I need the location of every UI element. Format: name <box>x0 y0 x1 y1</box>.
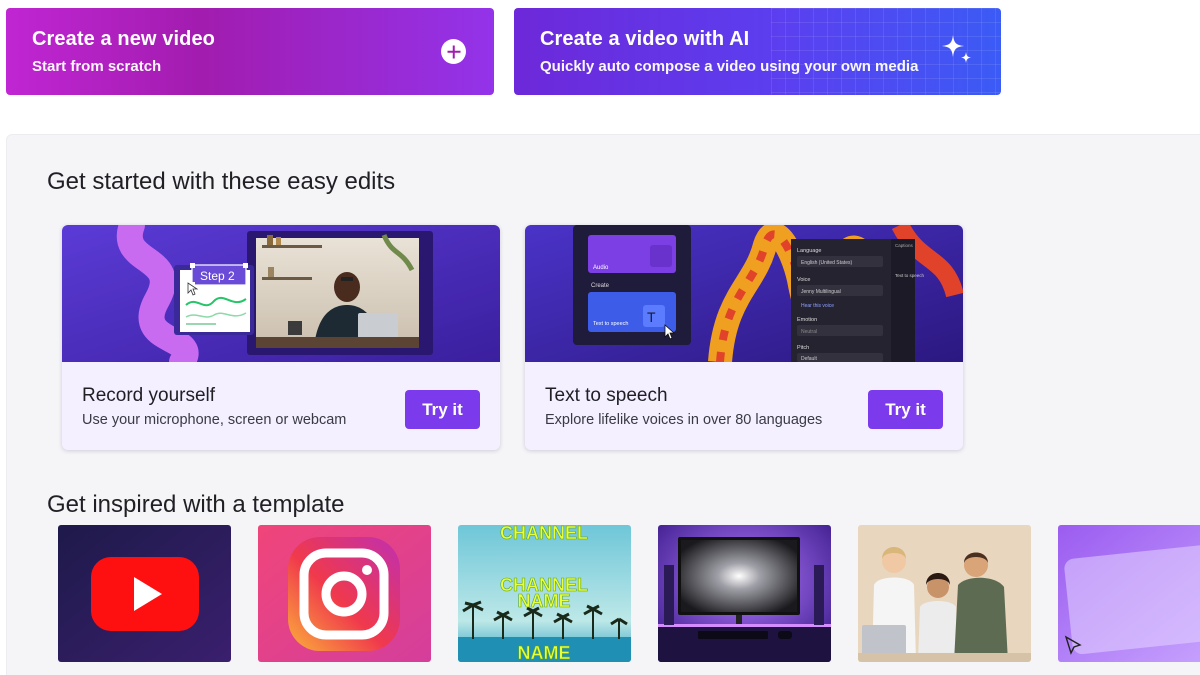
step-label: Step 2 <box>200 269 235 283</box>
create-new-video-button[interactable]: Create a new video Start from scratch <box>6 8 494 95</box>
tts-emotion-value: Neutral <box>801 329 817 335</box>
template-youtube[interactable] <box>58 525 231 662</box>
clipchamp-home: Create a new video Start from scratch Cr… <box>0 0 1200 675</box>
text-to-speech-try-button[interactable]: Try it <box>868 390 943 429</box>
record-yourself-desc: Use your microphone, screen or webcam <box>82 412 347 428</box>
record-yourself-thumbnail: Step 2 <box>62 225 500 362</box>
template-purple-gradient[interactable] <box>1058 525 1200 662</box>
record-yourself-card[interactable]: Step 2 Record yourself Use your micropho… <box>62 225 500 450</box>
tts-create-label: Create <box>591 283 610 289</box>
create-ai-video-button[interactable]: Create a video with AI Quickly auto comp… <box>514 8 1001 95</box>
gradient-template-thumb <box>1058 525 1200 662</box>
channel-template-thumb: CHANNEL CHANNEL NAME NAME <box>458 525 631 662</box>
template-channel-name[interactable]: CHANNEL CHANNEL NAME NAME <box>458 525 631 662</box>
templates-heading: Get inspired with a template <box>47 491 345 518</box>
tts-emotion-label: Emotion <box>797 317 817 323</box>
tts-voice-label: Voice <box>797 277 810 283</box>
name-text-main: NAME <box>518 591 571 611</box>
tts-language-label: Language <box>797 248 821 254</box>
text-to-speech-desc: Explore lifelike voices in over 80 langu… <box>545 412 823 428</box>
create-ai-video-subtitle: Quickly auto compose a video using your … <box>540 58 919 75</box>
text-to-speech-thumbnail: Audio Create Text to speech T Captions T… <box>525 225 963 362</box>
template-team-meeting[interactable] <box>858 525 1031 662</box>
instagram-logo-icon <box>258 525 431 662</box>
gaming-setup-thumb <box>658 525 831 662</box>
create-new-video-subtitle: Start from scratch <box>32 58 162 75</box>
tts-audio-label: Audio <box>593 265 609 271</box>
tts-pitch-label: Pitch <box>797 345 809 351</box>
tts-side-label: Text to speech <box>895 273 925 278</box>
tts-create-label-2: Text to speech <box>593 321 628 327</box>
create-new-video-title: Create a new video <box>32 28 215 50</box>
record-yourself-try-button[interactable]: Try it <box>405 390 480 429</box>
team-photo-thumb <box>858 525 1031 662</box>
channel-text-top: CHANNEL <box>500 525 588 543</box>
content-panel: Get started with these easy edits Step 2… <box>6 134 1200 675</box>
youtube-logo-icon <box>58 525 231 662</box>
name-text-bottom: NAME <box>518 643 571 662</box>
create-ai-video-title: Create a video with AI <box>540 28 750 50</box>
tts-voice-value: Jenny Multilingual <box>801 289 841 295</box>
tts-side-tab: Captions <box>895 243 914 248</box>
tts-hear-link: Hear this voice <box>801 303 834 309</box>
tts-pitch-value: Default <box>801 356 817 362</box>
text-to-speech-card[interactable]: Audio Create Text to speech T Captions T… <box>525 225 963 450</box>
tts-language-value: English (United States) <box>801 260 852 266</box>
sparkle-icon <box>942 35 971 63</box>
record-yourself-title: Record yourself <box>82 385 216 406</box>
svg-text:T: T <box>647 309 656 325</box>
easy-edits-heading: Get started with these easy edits <box>47 168 396 195</box>
text-to-speech-title: Text to speech <box>545 385 668 406</box>
template-gaming-setup[interactable] <box>658 525 831 662</box>
template-instagram[interactable] <box>258 525 431 662</box>
plus-circle-icon <box>441 39 466 64</box>
